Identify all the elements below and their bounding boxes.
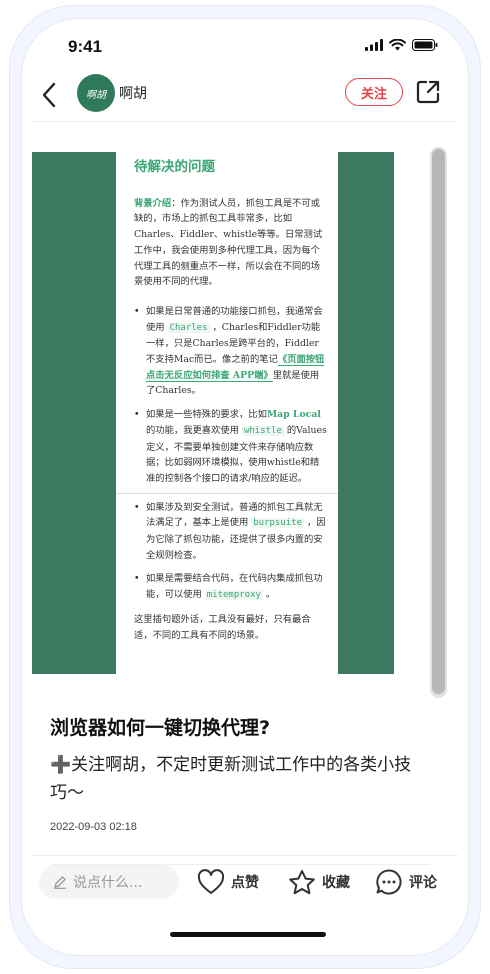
toolbar-divider — [32, 855, 458, 856]
map-local-highlight: Map Local — [266, 409, 321, 421]
code-mitemproxy: mitemproxy — [204, 590, 263, 601]
bullet-text: 。 — [262, 589, 276, 601]
bullet-item: 如果是需要结合代码，在代码内集成抓包功能，可以使用 mitemproxy 。 — [134, 571, 328, 603]
image-bullet-list: 如果是日常普通的功能接口抓包，我通常会使用 Charles ，Charles和F… — [116, 304, 338, 604]
intro-label: 背景介绍 — [134, 197, 172, 209]
bullet-text: 的功能，我更喜欢使用 — [146, 424, 242, 436]
collect-label: 收藏 — [322, 875, 350, 891]
wifi-icon — [389, 39, 406, 51]
home-indicator[interactable] — [170, 932, 326, 937]
header-divider — [32, 121, 458, 122]
back-arrow-icon[interactable] — [38, 79, 62, 111]
heart-icon — [197, 869, 225, 894]
follow-button-label: 关注 — [360, 86, 387, 102]
comment-label: 评论 — [409, 875, 437, 891]
nav-bar: 啊胡 啊胡 关注 — [22, 71, 468, 121]
status-bar: 9:41 — [22, 19, 468, 71]
code-charles: Charles — [167, 322, 210, 333]
share-icon[interactable] — [415, 79, 441, 105]
status-icons — [365, 39, 438, 51]
scrollbar[interactable] — [430, 147, 447, 698]
post-content[interactable]: 待解决的问题 背景介绍：作为测试人员，抓包工具是不可或缺的，市场上的抓包工具非常… — [32, 131, 458, 876]
signal-icon — [365, 39, 383, 51]
bullet-item: 如果是日常普通的功能接口抓包，我通常会使用 Charles ，Charles和F… — [134, 304, 328, 399]
avatar[interactable]: 啊胡 — [77, 74, 115, 112]
bullet-item: 如果涉及到安全测试，普通的抓包工具就无法满足了，基本上是使用 burpsuite… — [134, 500, 328, 564]
collect-button[interactable]: 收藏 — [288, 866, 350, 898]
battery-icon — [412, 39, 438, 51]
comment-button[interactable]: 评论 — [375, 866, 437, 898]
post-image[interactable]: 待解决的问题 背景介绍：作为测试人员，抓包工具是不可或缺的，市场上的抓包工具非常… — [32, 152, 394, 674]
phone-screen: 9:41 啊胡 啊胡 关注 待解决的问题 背景介绍：作为测试人员，抓包工具是不可… — [22, 19, 468, 955]
bottom-toolbar: 说点什么... 点赞 收藏 评论 — [22, 862, 468, 906]
intro-text: ：作为测试人员，抓包工具是不可或缺的，市场上的抓包工具非常多，比如Charles… — [134, 197, 323, 288]
post-description: ➕关注啊胡，不定时更新测试工作中的各类小技巧～ — [50, 755, 412, 803]
post-date: 2022-09-03 02:18 — [50, 821, 137, 833]
image-note-card: 待解决的问题 背景介绍：作为测试人员，抓包工具是不可或缺的，市场上的抓包工具非常… — [116, 152, 338, 674]
like-button[interactable]: 点赞 — [197, 866, 259, 898]
star-icon — [289, 869, 315, 894]
bullet-item: 如果是一些特殊的要求，比如Map Local 的功能，我更喜欢使用 whistle… — [134, 407, 328, 487]
comment-bubble-icon — [376, 869, 402, 895]
image-intro: 背景介绍：作为测试人员，抓包工具是不可或缺的，市场上的抓包工具非常多，比如Cha… — [134, 196, 328, 290]
author-name[interactable]: 啊胡 — [119, 83, 147, 103]
post-title: 浏览器如何一键切换代理? — [50, 717, 271, 739]
pencil-icon — [54, 876, 66, 889]
comment-input[interactable]: 说点什么... — [39, 865, 179, 899]
comment-placeholder: 说点什么... — [73, 875, 143, 891]
avatar-text: 啊胡 — [86, 89, 106, 101]
follow-button[interactable]: 关注 — [345, 78, 403, 106]
card-divider — [116, 492, 338, 494]
image-outro: 这里插句题外话，工具没有最好，只有最合适，不同的工具有不同的场景。 — [134, 613, 311, 641]
code-whistle: whistle — [241, 425, 284, 436]
scrollbar-thumb[interactable] — [432, 149, 445, 694]
like-label: 点赞 — [231, 875, 259, 891]
code-burpsuite: burpsuite — [251, 518, 305, 529]
image-heading: 待解决的问题 — [134, 159, 215, 175]
bullet-text: 如果是一些特殊的要求，比如 — [146, 409, 267, 421]
status-time: 9:41 — [68, 37, 103, 56]
